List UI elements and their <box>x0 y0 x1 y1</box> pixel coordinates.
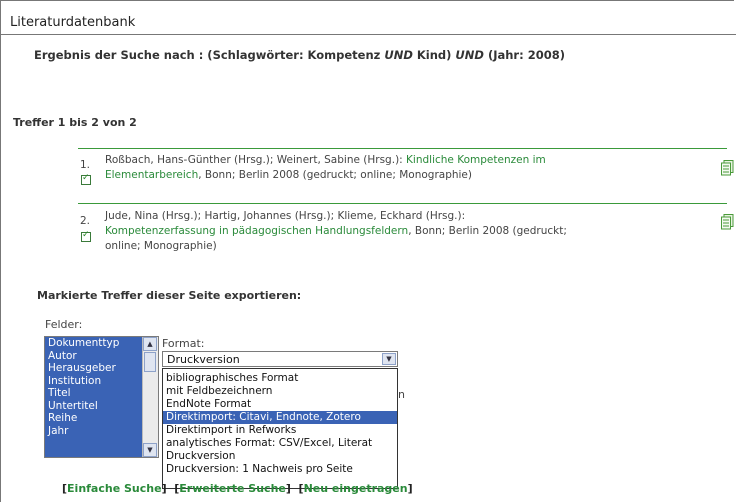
footer-links: [Einfache Suche] [Erweiterte Suche] [Neu… <box>62 482 413 495</box>
scroll-up-icon[interactable]: ▲ <box>143 337 157 351</box>
query-operator: UND <box>455 48 484 62</box>
result-checkbox[interactable] <box>81 230 91 242</box>
result-details: , Bonn; Berlin 2008 (gedruckt; <box>408 225 567 237</box>
result-item: Jude, Nina (Hrsg.); Hartig, Johannes (Hr… <box>105 209 665 254</box>
document-icon[interactable] <box>721 160 734 176</box>
format-option-highlighted[interactable]: Direktimport: Citavi, Endnote, Zotero <box>163 411 397 424</box>
format-dropdown-list[interactable]: bibliographisches Format mit Feldbezeich… <box>162 368 398 489</box>
format-label: Format: <box>162 337 205 350</box>
scroll-down-icon[interactable]: ▼ <box>143 443 157 457</box>
result-details: , Bonn; Berlin 2008 (gedruckt; online; M… <box>198 169 472 181</box>
search-query: Ergebnis der Suche nach : (Schlagwörter:… <box>34 48 565 62</box>
fields-label: Felder: <box>45 318 83 331</box>
format-option[interactable]: EndNote Format <box>163 398 397 411</box>
export-heading: Markierte Treffer dieser Seite exportier… <box>37 289 302 302</box>
format-option[interactable]: mit Feldbezeichnern <box>163 385 397 398</box>
result-divider <box>78 148 727 149</box>
result-checkbox[interactable] <box>81 173 91 185</box>
results-summary: Treffer 1 bis 2 von 2 <box>13 116 137 129</box>
result-details: online; Monographie) <box>105 240 217 252</box>
chevron-down-icon[interactable]: ▼ <box>382 353 396 365</box>
title-divider <box>1 34 736 35</box>
query-prefix: Ergebnis der Suche nach : (Schlagwörter:… <box>34 48 385 62</box>
format-option[interactable]: Druckversion <box>163 450 397 463</box>
result-title-link[interactable]: Elementarbereich <box>105 169 198 181</box>
query-operator: UND <box>384 48 413 62</box>
document-icon[interactable] <box>721 214 734 230</box>
listbox-scrollbar[interactable]: ▲ ▼ <box>142 337 158 457</box>
format-option[interactable]: analytisches Format: CSV/Excel, Literat <box>163 437 397 450</box>
format-option[interactable]: Druckversion: 1 Nachweis pro Seite <box>163 463 397 476</box>
obscured-text: n <box>398 388 405 401</box>
format-option[interactable]: bibliographisches Format <box>163 372 397 385</box>
format-select[interactable]: Druckversion ▼ <box>162 351 398 367</box>
result-title-link[interactable]: Kompetenzerfassung in pädagogischen Hand… <box>105 225 408 237</box>
result-number: 2. <box>80 215 91 227</box>
advanced-search-link[interactable]: Erweiterte Suche <box>179 482 286 495</box>
format-selected-value: Druckversion <box>167 353 240 366</box>
page-title: Literaturdatenbank <box>10 15 136 30</box>
query-suffix: (Jahr: 2008) <box>483 48 565 62</box>
result-item: Roßbach, Hans-Günther (Hrsg.); Weinert, … <box>105 153 645 183</box>
format-option[interactable]: Direktimport in Refworks <box>163 424 397 437</box>
fields-listbox[interactable]: Dokumenttyp Autor Herausgeber Institutio… <box>44 336 159 458</box>
new-entries-link[interactable]: Neu eingetragen <box>304 482 408 495</box>
result-title-link[interactable]: Kindliche Kompetenzen im <box>406 154 546 166</box>
scroll-thumb[interactable] <box>144 352 156 372</box>
result-number: 1. <box>80 159 91 171</box>
result-authors: Roßbach, Hans-Günther (Hrsg.); Weinert, … <box>105 154 407 166</box>
result-divider <box>78 203 727 204</box>
result-authors: Jude, Nina (Hrsg.); Hartig, Johannes (Hr… <box>105 210 466 222</box>
simple-search-link[interactable]: Einfache Suche <box>67 482 162 495</box>
query-mid: Kind) <box>412 48 456 62</box>
